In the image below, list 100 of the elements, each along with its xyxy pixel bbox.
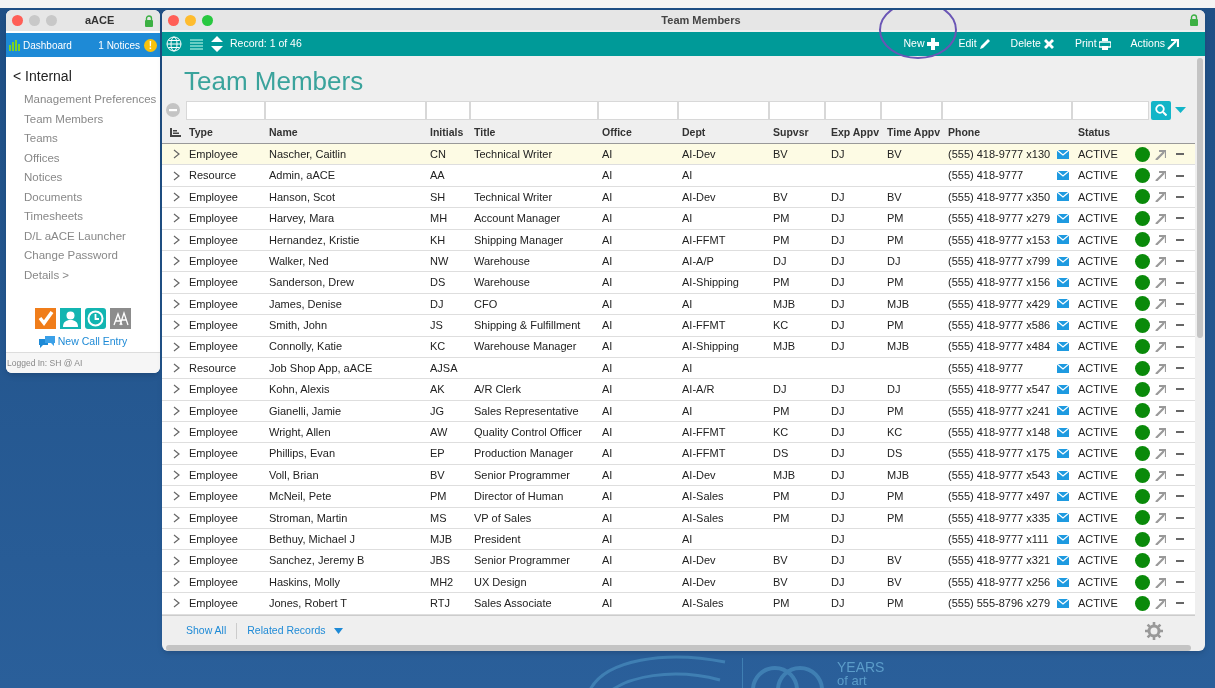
arrow-icon[interactable] bbox=[1155, 469, 1166, 481]
menu-item[interactable]: Teams bbox=[13, 129, 153, 149]
expand-icon[interactable] bbox=[173, 448, 180, 459]
filter-field[interactable] bbox=[769, 100, 825, 120]
column-header[interactable]: Status bbox=[1078, 124, 1135, 141]
list-icon[interactable] bbox=[189, 36, 204, 52]
dashboard-link[interactable]: Dashboard bbox=[9, 37, 72, 53]
arrow-icon[interactable] bbox=[1155, 426, 1166, 438]
mail-icon[interactable] bbox=[1057, 598, 1069, 608]
mail-icon[interactable] bbox=[1057, 299, 1069, 309]
table-row[interactable]: Employee McNeil, Pete PM Director of Human AI AI-Sales PM DJ PM (555) 418-9777 x497 ACTIVE bbox=[162, 486, 1195, 508]
back-link[interactable]: < Internal bbox=[13, 66, 153, 87]
mail-icon[interactable] bbox=[1057, 513, 1069, 523]
menu-item[interactable]: Details > bbox=[13, 265, 153, 285]
minus-icon[interactable] bbox=[1176, 452, 1184, 455]
expand-icon[interactable] bbox=[173, 191, 180, 202]
arrow-icon[interactable] bbox=[1155, 533, 1166, 545]
minus-icon[interactable] bbox=[1176, 324, 1184, 327]
arrow-icon[interactable] bbox=[1155, 319, 1166, 331]
expand-icon[interactable] bbox=[173, 320, 180, 331]
horizontal-scrollbar[interactable] bbox=[166, 645, 1191, 651]
arrow-icon[interactable] bbox=[1155, 490, 1166, 502]
minus-icon[interactable] bbox=[1176, 238, 1184, 241]
up-down-icon[interactable] bbox=[211, 36, 223, 52]
expand-icon[interactable] bbox=[173, 512, 180, 523]
mail-icon[interactable] bbox=[1057, 406, 1069, 416]
minus-icon[interactable] bbox=[1176, 431, 1184, 434]
expand-icon[interactable] bbox=[173, 341, 180, 352]
minus-icon[interactable] bbox=[1176, 153, 1184, 156]
expand-icon[interactable] bbox=[173, 470, 180, 481]
filter-field[interactable] bbox=[186, 100, 265, 120]
table-row[interactable]: Employee Sanchez, Jeremy B JBS Senior Programmer AI AI-Dev BV DJ BV (555) 418-9777 x321 ACTIVE bbox=[162, 550, 1195, 572]
expand-icon[interactable] bbox=[173, 149, 180, 160]
menu-item[interactable]: Change Password bbox=[13, 246, 153, 266]
column-header[interactable]: Office bbox=[602, 124, 682, 141]
minus-icon[interactable] bbox=[1176, 602, 1184, 605]
arrow-icon[interactable] bbox=[1155, 234, 1166, 246]
mail-icon[interactable] bbox=[1057, 278, 1069, 288]
table-row[interactable]: Resource Admin, aACE AA AI AI (555) 418-9777 ACTIVE bbox=[162, 165, 1195, 187]
expand-icon[interactable] bbox=[173, 577, 180, 587]
arrow-icon[interactable] bbox=[1155, 555, 1166, 567]
settings-icon[interactable] bbox=[1145, 621, 1163, 640]
mail-icon[interactable] bbox=[1057, 149, 1069, 159]
mail-icon[interactable] bbox=[1057, 256, 1069, 266]
mail-icon[interactable] bbox=[1057, 171, 1069, 181]
arrow-icon[interactable] bbox=[1155, 277, 1166, 289]
mail-icon[interactable] bbox=[1057, 192, 1069, 202]
arrow-icon[interactable] bbox=[1155, 405, 1166, 417]
arrow-icon[interactable] bbox=[1155, 191, 1166, 203]
filter-field[interactable] bbox=[426, 100, 470, 120]
table-row[interactable]: Employee James, Denise DJ CFO AI AI MJB DJ MJB (555) 418-9777 x429 ACTIVE bbox=[162, 293, 1195, 316]
mail-icon[interactable] bbox=[1057, 320, 1069, 330]
vertical-scrollbar[interactable] bbox=[1197, 58, 1203, 338]
mail-icon[interactable] bbox=[1057, 342, 1069, 352]
expand-icon[interactable] bbox=[173, 170, 180, 181]
minus-icon[interactable] bbox=[1176, 409, 1184, 412]
table-row[interactable]: Employee Harvey, Mara MH Account Manager AI AI PM DJ PM (555) 418-9777 x279 ACTIVE bbox=[162, 208, 1195, 230]
expand-icon[interactable] bbox=[173, 277, 180, 288]
mail-icon[interactable] bbox=[1057, 363, 1069, 373]
arrow-icon[interactable] bbox=[1155, 362, 1166, 374]
expand-icon[interactable] bbox=[173, 598, 180, 609]
expand-icon[interactable] bbox=[173, 363, 180, 374]
close-button[interactable] bbox=[12, 15, 23, 26]
font-icon[interactable] bbox=[110, 308, 131, 329]
mail-icon[interactable] bbox=[1057, 534, 1069, 544]
column-header[interactable]: Title bbox=[474, 124, 602, 141]
filter-field[interactable] bbox=[470, 100, 598, 120]
column-header[interactable]: Supvsr bbox=[773, 124, 831, 141]
expand-icon[interactable] bbox=[173, 405, 180, 416]
table-row[interactable]: Employee Sanderson, Drew DS Warehouse AI AI-Shipping PM DJ PM (555) 418-9777 x156 ACTIVE bbox=[162, 272, 1195, 294]
expand-icon[interactable] bbox=[173, 298, 180, 309]
arrow-icon[interactable] bbox=[1155, 576, 1166, 588]
arrow-icon[interactable] bbox=[1155, 448, 1166, 460]
table-row[interactable]: Employee Phillips, Evan EP Production Manager AI AI-FFMT DS DJ DS (555) 418-9777 x175 ACTIVE bbox=[162, 443, 1195, 465]
minus-icon[interactable] bbox=[1176, 474, 1184, 477]
arrow-icon[interactable] bbox=[1155, 212, 1166, 224]
table-row[interactable]: Employee Wright, Allen AW Quality Control Officer AI AI-FFMT KC DJ KC (555) 418-9777 x148 ACTIVE bbox=[162, 422, 1195, 444]
filter-field[interactable] bbox=[942, 100, 1072, 120]
expand-icon[interactable] bbox=[173, 427, 180, 438]
column-header[interactable]: Exp Appv bbox=[831, 124, 887, 141]
expand-icon[interactable] bbox=[173, 555, 180, 566]
column-header[interactable]: Type bbox=[189, 124, 269, 141]
minus-icon[interactable] bbox=[1176, 388, 1184, 391]
menu-item[interactable]: Documents bbox=[13, 187, 153, 207]
close-button[interactable] bbox=[168, 14, 179, 26]
minus-icon[interactable] bbox=[1176, 302, 1184, 305]
minus-icon[interactable] bbox=[1176, 217, 1184, 220]
table-row[interactable]: Employee Connolly, Katie KC Warehouse Manager AI AI-Shipping MJB DJ MJB (555) 418-9777 x484 ACTIVE bbox=[162, 336, 1195, 358]
expand-icon[interactable] bbox=[173, 256, 180, 267]
menu-item[interactable]: Timesheets bbox=[13, 207, 153, 227]
minus-icon[interactable] bbox=[1176, 495, 1184, 498]
mail-icon[interactable] bbox=[1057, 235, 1069, 245]
menu-item[interactable]: Notices bbox=[13, 168, 153, 188]
menu-item[interactable]: D/L aACE Launcher bbox=[13, 226, 153, 246]
table-row[interactable]: Employee Smith, John JS Shipping & Fulfillment AI AI-FFMT KC DJ PM (555) 418-9777 x586 ACTIVE bbox=[162, 315, 1195, 337]
filter-field[interactable] bbox=[825, 100, 881, 120]
table-row[interactable]: Employee Gianelli, Jamie JG Sales Representative AI AI PM DJ PM (555) 418-9777 x241 ACTIVE bbox=[162, 400, 1195, 423]
zoom-button[interactable] bbox=[202, 14, 213, 26]
mail-icon[interactable] bbox=[1057, 491, 1069, 501]
table-row[interactable]: Employee Bethuy, Michael J MJB President AI AI DJ (555) 418-9777 x111 ACTIVE bbox=[162, 529, 1195, 551]
